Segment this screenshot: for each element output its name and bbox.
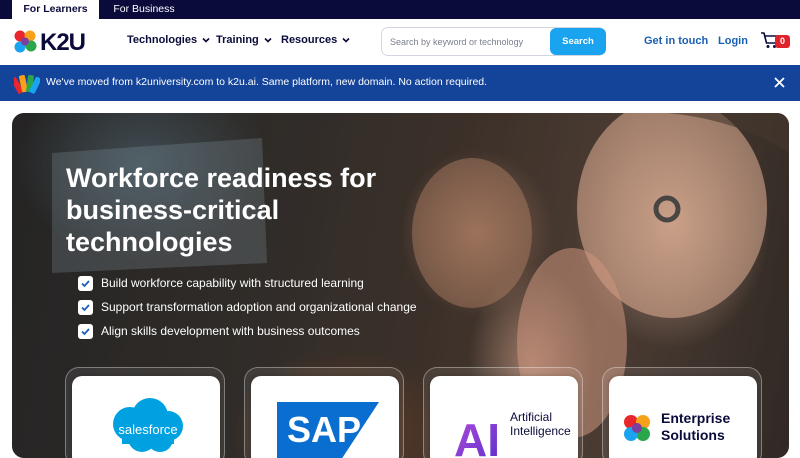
chevron-down-icon bbox=[264, 37, 272, 43]
login-link[interactable]: Login bbox=[718, 35, 748, 47]
ai-name: Artificial Intelligence bbox=[510, 410, 571, 438]
color-fan-icon bbox=[14, 74, 40, 94]
tech-card-inner: Enterprise Solutions bbox=[609, 376, 757, 458]
checklist-item: Support transformation adoption and orga… bbox=[78, 295, 417, 319]
tech-card-inner: salesforce bbox=[72, 376, 220, 458]
search-input[interactable] bbox=[390, 34, 540, 50]
nav-technologies[interactable]: Technologies bbox=[127, 34, 211, 46]
audience-bar: For Learners For Business bbox=[0, 0, 800, 19]
salesforce-name: salesforce bbox=[118, 422, 177, 437]
tech-card-salesforce[interactable]: salesforce bbox=[65, 367, 225, 458]
search-button[interactable]: Search bbox=[550, 28, 606, 55]
hero-title: Workforce readiness for business-critica… bbox=[66, 163, 377, 257]
tech-card-inner: SAP bbox=[251, 376, 399, 458]
checkbox-icon bbox=[78, 323, 93, 339]
site-header: K2U Technologies Training Resources Sear… bbox=[0, 19, 800, 65]
k2u-flower-icon bbox=[624, 415, 650, 441]
checklist-item: Align skills development with business o… bbox=[78, 319, 417, 343]
enterprise-solutions-name: Enterprise Solutions bbox=[661, 410, 731, 443]
nav-training-label: Training bbox=[216, 34, 259, 46]
hero-checklist: Build workforce capability with structur… bbox=[78, 271, 417, 343]
chevron-down-icon bbox=[342, 37, 350, 43]
search-box: Search bbox=[381, 27, 606, 56]
checkbox-icon bbox=[78, 275, 93, 291]
ai-mark: AI bbox=[454, 414, 500, 458]
sap-name: SAP bbox=[287, 409, 361, 450]
tech-card-inner: AI Artificial Intelligence bbox=[430, 376, 578, 458]
salesforce-logo: salesforce bbox=[113, 398, 183, 452]
nav-technologies-label: Technologies bbox=[127, 34, 198, 46]
notice-message: We've moved from k2university.com to k2u… bbox=[46, 76, 488, 88]
k2u-flower-icon bbox=[14, 30, 37, 53]
close-icon[interactable] bbox=[772, 75, 787, 90]
cart-count-badge: 0 bbox=[775, 35, 790, 48]
tab-for-business[interactable]: For Business bbox=[103, 0, 185, 19]
nav-resources[interactable]: Resources bbox=[281, 34, 351, 46]
logo-wordmark: K2U bbox=[40, 29, 86, 56]
tab-for-learners[interactable]: For Learners bbox=[12, 0, 99, 19]
tech-card-ai[interactable]: AI Artificial Intelligence bbox=[423, 367, 583, 458]
hero-section: Workforce readiness for business-critica… bbox=[12, 113, 789, 458]
cart-button[interactable]: 0 bbox=[760, 30, 790, 52]
domain-notice-banner: We've moved from k2university.com to k2u… bbox=[0, 65, 800, 101]
tech-card-sap[interactable]: SAP bbox=[244, 367, 404, 458]
checklist-item-text: Align skills development with business o… bbox=[101, 324, 360, 338]
tech-card-enterprise-solutions[interactable]: Enterprise Solutions bbox=[602, 367, 762, 458]
nav-resources-label: Resources bbox=[281, 34, 338, 46]
chevron-down-icon bbox=[202, 37, 210, 43]
get-in-touch-link[interactable]: Get in touch bbox=[644, 35, 708, 47]
checklist-item-text: Support transformation adoption and orga… bbox=[101, 300, 417, 314]
checklist-item: Build workforce capability with structur… bbox=[78, 271, 417, 295]
nav-training[interactable]: Training bbox=[216, 34, 273, 46]
checklist-item-text: Build workforce capability with structur… bbox=[101, 276, 364, 290]
k2u-logo[interactable]: K2U bbox=[11, 28, 91, 56]
sap-logo: SAP bbox=[277, 402, 379, 458]
checkbox-icon bbox=[78, 299, 93, 315]
